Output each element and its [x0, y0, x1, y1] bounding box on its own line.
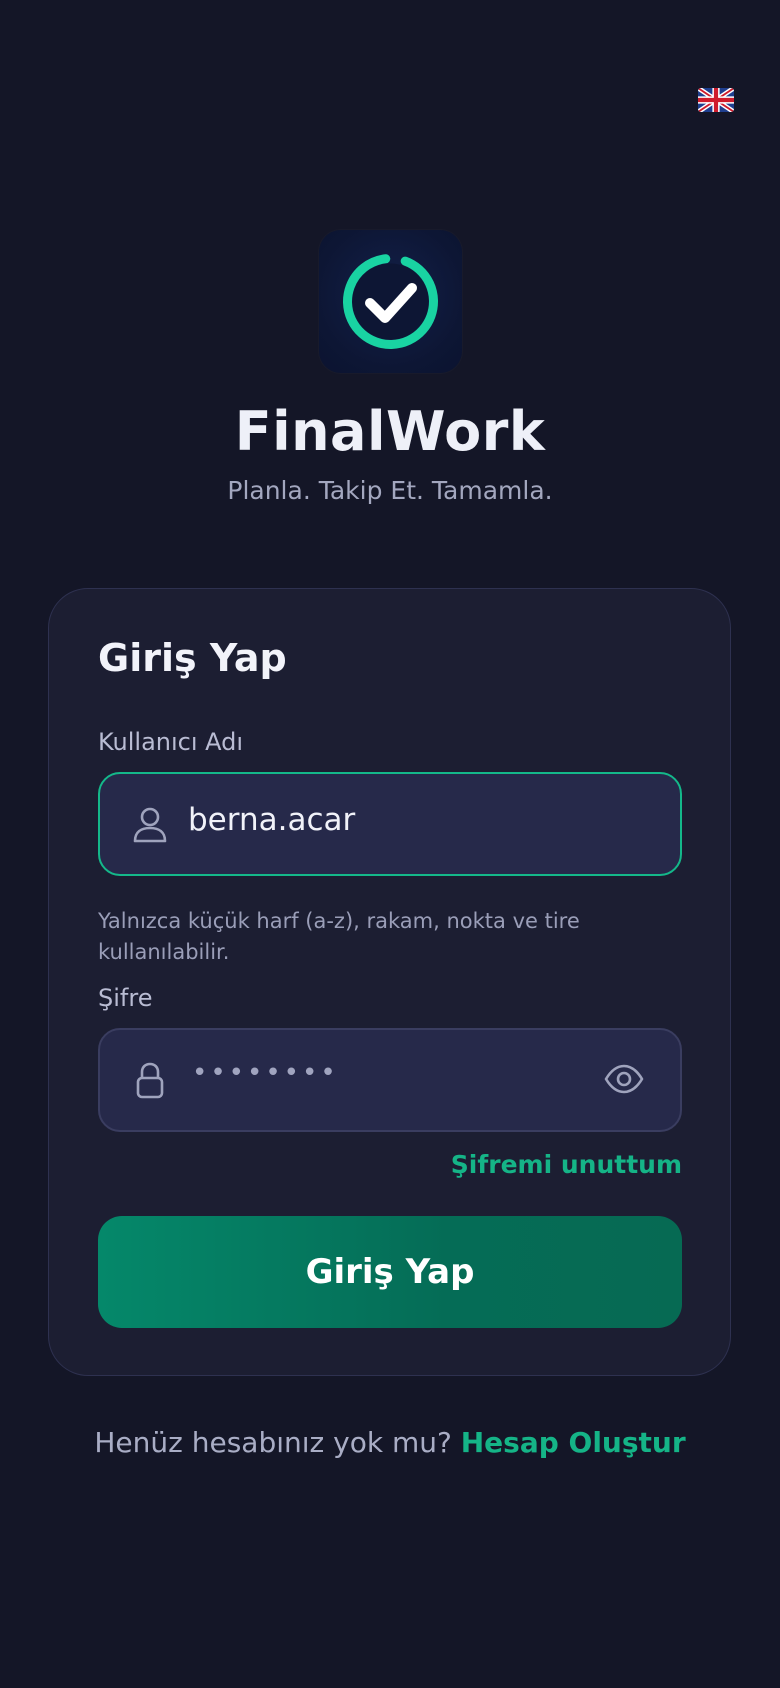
password-label: Şifre	[98, 984, 153, 1012]
app-logo	[319, 230, 462, 373]
username-helper-text: Yalnızca küçük harf (a-z), rakam, nokta …	[98, 909, 580, 964]
password-field[interactable]: ••••••••	[98, 1028, 682, 1132]
uk-flag-icon[interactable]	[698, 88, 734, 112]
create-account-link[interactable]: Hesap Oluştur	[461, 1426, 686, 1459]
eye-icon[interactable]	[604, 1062, 644, 1096]
username-field[interactable]: berna.acar	[98, 772, 682, 876]
signup-row: Henüz hesabınız yok mu? Hesap Oluştur	[0, 1426, 780, 1459]
password-input[interactable]: ••••••••	[192, 1058, 339, 1088]
username-input[interactable]: berna.acar	[188, 802, 355, 838]
login-card-title: Giriş Yap	[98, 636, 287, 680]
forgot-password-link[interactable]: Şifremi unuttum	[451, 1150, 682, 1179]
username-label: Kullanıcı Adı	[98, 728, 244, 756]
login-button[interactable]: Giriş Yap	[98, 1216, 682, 1328]
app-name: FinalWork	[234, 400, 546, 463]
user-icon	[130, 804, 170, 844]
app-tagline: Planla. Takip Et. Tamamla.	[227, 476, 553, 505]
check-circle-icon	[343, 254, 438, 349]
signup-prompt: Henüz hesabınız yok mu?	[94, 1426, 452, 1459]
lock-icon	[130, 1060, 170, 1100]
